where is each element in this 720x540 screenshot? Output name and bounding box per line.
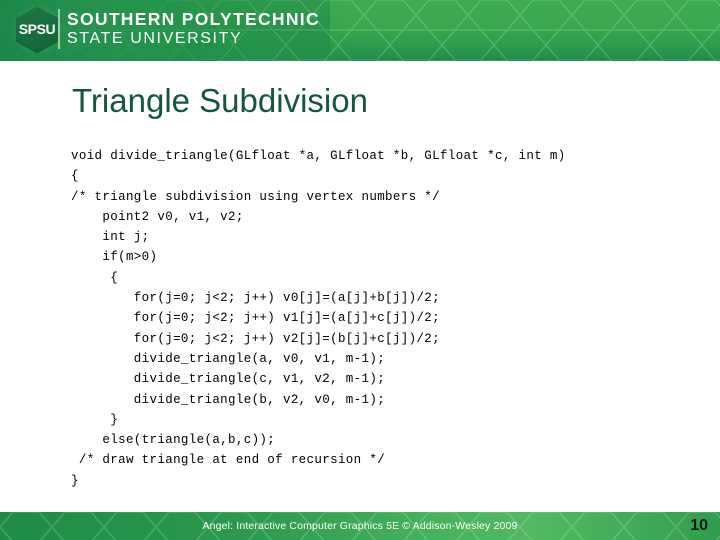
- page-number: 10: [690, 517, 708, 534]
- logo-divider: [58, 9, 60, 49]
- university-name-line1: SOUTHERN POLYTECHNIC: [67, 9, 320, 29]
- code-line: for(j=0; j<2; j++) v2[j]=(b[j]+c[j])/2;: [71, 331, 441, 346]
- code-line: /* triangle subdivision using vertex num…: [71, 189, 441, 204]
- spsu-logo: SPSU: [7, 0, 67, 60]
- code-line: point2 v0, v1, v2;: [71, 209, 244, 224]
- page-title: Triangle Subdivision: [72, 82, 368, 119]
- code-line: divide_triangle(b, v2, v0, m-1);: [71, 392, 386, 407]
- code-line: else(triangle(a,b,c));: [71, 433, 276, 448]
- university-name-line2: STATE UNIVERSITY: [67, 30, 243, 47]
- code-line: if(m>0): [71, 250, 158, 265]
- code-block: void divide_triangle(GLfloat *a, GLfloat…: [71, 146, 691, 491]
- code-line: }: [71, 412, 119, 427]
- code-line: }: [71, 473, 79, 488]
- code-line: {: [71, 169, 79, 184]
- university-name: SOUTHERN POLYTECHNIC STATE UNIVERSITY: [67, 9, 320, 48]
- code-line: for(j=0; j<2; j++) v1[j]=(a[j]+c[j])/2;: [71, 311, 441, 326]
- logo-text: SPSU: [18, 21, 56, 37]
- footer-banner: Angel: Interactive Computer Graphics 5E …: [0, 512, 720, 540]
- footer-credit: Angel: Interactive Computer Graphics 5E …: [202, 520, 518, 532]
- code-line: divide_triangle(c, v1, v2, m-1);: [71, 372, 386, 387]
- code-line: void divide_triangle(GLfloat *a, GLfloat…: [71, 149, 566, 163]
- code-line: for(j=0; j<2; j++) v0[j]=(a[j]+b[j])/2;: [71, 291, 441, 306]
- header-banner: SPSU SOUTHERN POLYTECHNIC STATE UNIVERSI…: [0, 0, 720, 61]
- code-line: divide_triangle(a, v0, v1, m-1);: [71, 351, 386, 366]
- code-line: int j;: [71, 230, 150, 245]
- code-line: {: [71, 270, 119, 285]
- code-line: /* draw triangle at end of recursion */: [71, 453, 386, 468]
- slide: SPSU SOUTHERN POLYTECHNIC STATE UNIVERSI…: [0, 0, 720, 540]
